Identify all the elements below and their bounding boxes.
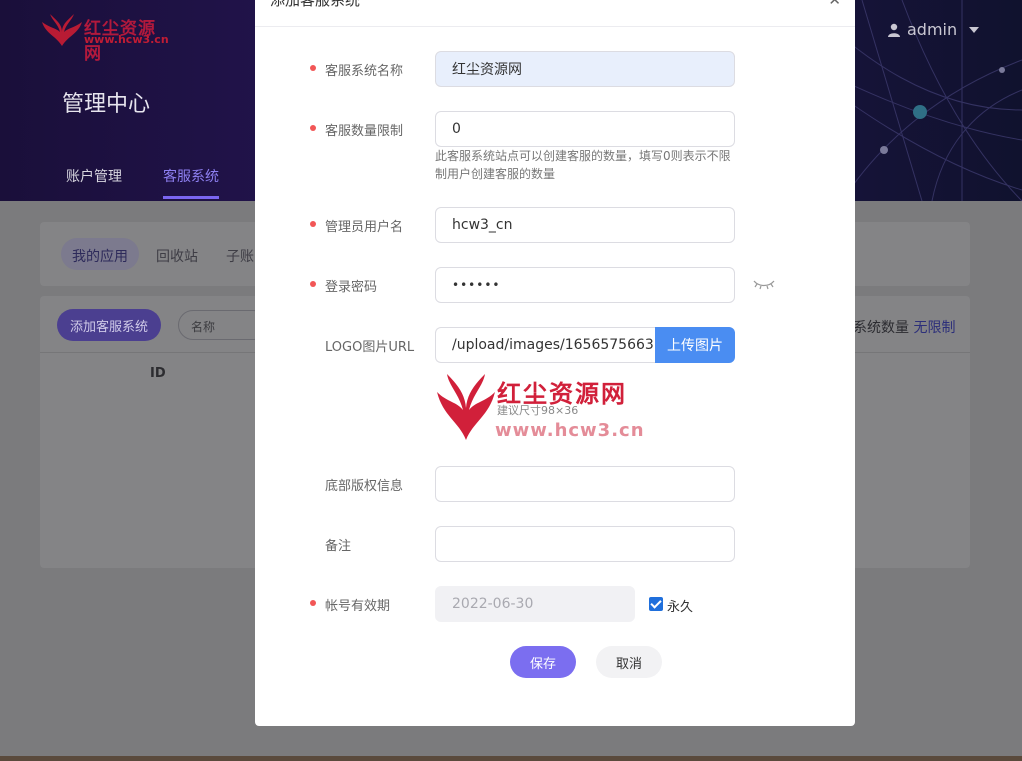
nav-active-indicator (163, 196, 219, 199)
subtab-recycle-bin[interactable]: 回收站 (156, 246, 198, 266)
quota-value: 无限制 (913, 320, 956, 336)
add-system-dialog: 添加客服系统 ✕ 客服系统名称 红尘资源网 客服数量限制 0 此客服系统站点可以… (255, 0, 855, 726)
password-input[interactable]: •••••• (435, 267, 735, 303)
footer-copyright-input[interactable] (435, 466, 735, 502)
dialog-header: 添加客服系统 ✕ (255, 0, 855, 27)
remark-input[interactable] (435, 526, 735, 562)
close-icon[interactable]: ✕ (828, 0, 841, 9)
logo-preview-image: 红尘资源网 建议尺寸98×36 www.hcw3.cn (435, 370, 644, 442)
phoenix-logo-icon (42, 14, 82, 46)
system-quota: 系统数量 无限制 (853, 317, 955, 337)
phoenix-logo-icon (437, 374, 495, 440)
forever-checkbox[interactable] (649, 597, 663, 611)
cancel-button[interactable]: 取消 (596, 646, 662, 678)
user-menu[interactable]: admin (887, 20, 980, 39)
quota-label: 系统数量 (853, 320, 909, 336)
password-label: 登录密码 (309, 276, 377, 295)
eye-closed-icon[interactable] (752, 278, 776, 292)
logo-url: www.hcw3.cn (84, 33, 169, 46)
dialog-title: 添加客服系统 (270, 0, 361, 9)
username: admin (907, 20, 958, 39)
page-title: 管理中心 (62, 92, 151, 117)
remark-label: 备注 (325, 539, 352, 554)
limit-label: 客服数量限制 (309, 120, 403, 139)
subtab-sub-account[interactable]: 子账 (226, 246, 254, 266)
limit-input[interactable]: 0 (435, 111, 735, 147)
subtab-my-apps[interactable]: 我的应用 (72, 246, 128, 266)
logo-size-hint: 建议尺寸98×36 (497, 404, 579, 417)
logo-url-input[interactable]: /upload/images/1656575663.pr (435, 327, 657, 363)
footer-copyright-label: 底部版权信息 (325, 479, 404, 494)
user-icon (888, 23, 900, 37)
save-button[interactable]: 保存 (510, 646, 576, 678)
taskbar (0, 756, 1022, 761)
nav-account-management[interactable]: 账户管理 (66, 166, 122, 186)
admin-username-label: 管理员用户名 (309, 216, 403, 235)
logo-url-label: LOGO图片URL (325, 340, 415, 355)
preview-site-text: www.hcw3.cn (495, 420, 645, 441)
nav-customer-service[interactable]: 客服系统 (163, 166, 219, 186)
add-system-button[interactable]: 添加客服系统 (57, 309, 161, 341)
brand-logo[interactable]: 红尘资源网 www.hcw3.cn (42, 14, 172, 64)
name-label: 客服系统名称 (309, 60, 403, 79)
expiry-date-input[interactable]: 2022-06-30 (435, 586, 635, 622)
forever-label[interactable]: 永久 (667, 596, 693, 615)
upload-image-button[interactable]: 上传图片 (655, 327, 735, 363)
limit-hint: 此客服系统站点可以创建客服的数量，填写0则表示不限制用户创建客服的数量 (435, 149, 731, 181)
system-name-input[interactable]: 红尘资源网 (435, 51, 735, 87)
admin-username-input[interactable]: hcw3_cn (435, 207, 735, 243)
table-header-id: ID (150, 366, 166, 381)
chevron-down-icon (969, 26, 980, 33)
expiry-label: 帐号有效期 (309, 595, 390, 614)
